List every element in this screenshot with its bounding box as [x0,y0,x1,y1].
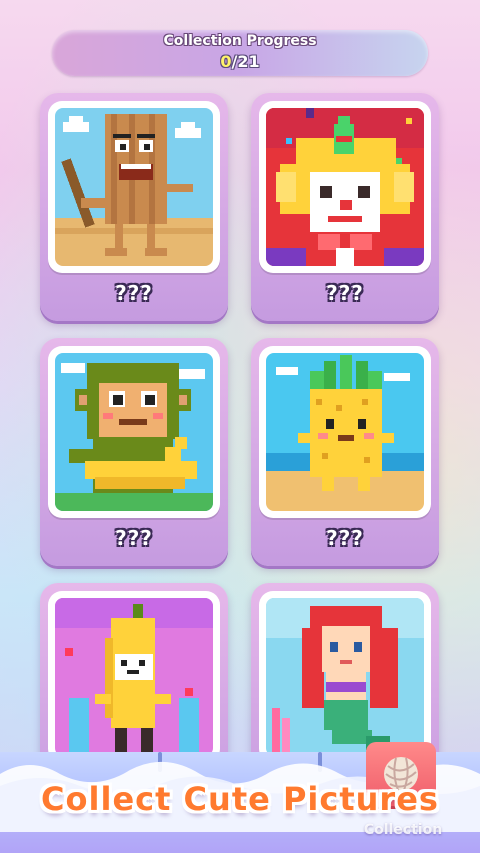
progress-total: /21 [231,52,260,71]
card-label: ??? [326,526,364,550]
card-frame [259,101,431,273]
collection-tab-label[interactable]: Collection [348,822,458,838]
progress-current: 0 [220,52,232,71]
card-label: ??? [326,281,364,305]
banana-character-picture [55,598,213,756]
card-frame [259,346,431,518]
progress-count: 0/21 [52,52,428,71]
wooden-plank-character-picture [55,108,213,266]
progress-title: Collection Progress [163,33,317,49]
card-frame [48,346,220,518]
card-frame [48,591,220,763]
collection-progress-bar: Collection Progress 0/21 [52,30,428,76]
collection-card-3[interactable]: ??? [40,338,228,566]
mermaid-picture [266,598,424,756]
promo-banner-text: Collect Cute Pictures [41,780,439,818]
card-frame [48,101,220,273]
card-frame [259,591,431,763]
collection-card-2[interactable]: ??? [251,93,439,321]
monkey-with-banana-picture [55,353,213,511]
collection-card-4[interactable]: ??? [251,338,439,566]
card-label: ??? [115,281,153,305]
card-label: ??? [115,526,153,550]
clown-picture [266,108,424,266]
collection-card-1[interactable]: ??? [40,93,228,321]
pineapple-character-picture [266,353,424,511]
